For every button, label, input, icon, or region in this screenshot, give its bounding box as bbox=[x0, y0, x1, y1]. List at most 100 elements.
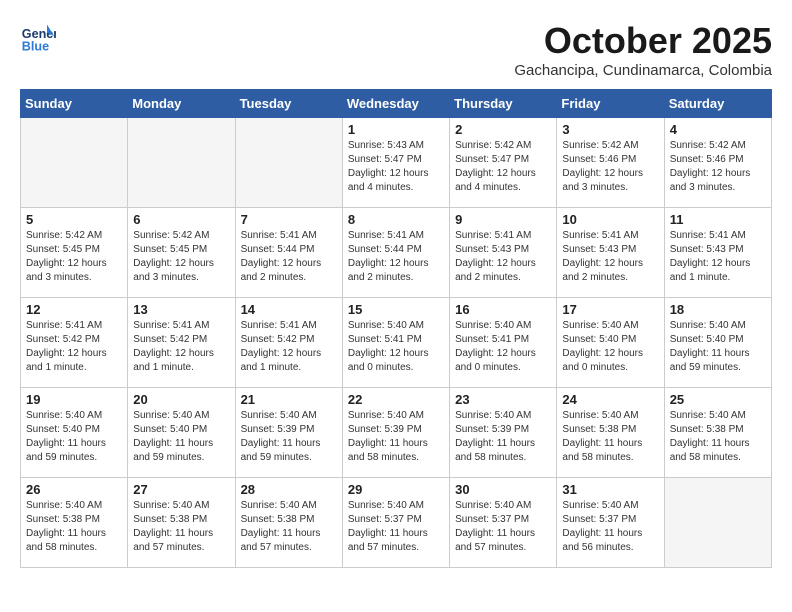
day-number: 1 bbox=[348, 122, 444, 137]
day-number: 24 bbox=[562, 392, 658, 407]
calendar-cell: 16 Sunrise: 5:40 AM Sunset: 5:41 PM Dayli… bbox=[450, 298, 557, 388]
calendar-cell: 5 Sunrise: 5:42 AM Sunset: 5:45 PM Daylig… bbox=[21, 208, 128, 298]
day-number: 9 bbox=[455, 212, 551, 227]
calendar-cell: 20 Sunrise: 5:40 AM Sunset: 5:40 PM Dayli… bbox=[128, 388, 235, 478]
day-info: Sunrise: 5:40 AM Sunset: 5:41 PM Dayligh… bbox=[455, 319, 551, 375]
day-number: 21 bbox=[241, 392, 337, 407]
day-info: Sunrise: 5:40 AM Sunset: 5:38 PM Dayligh… bbox=[241, 499, 337, 555]
day-number: 7 bbox=[241, 212, 337, 227]
day-number: 31 bbox=[562, 482, 658, 497]
page-header: General Blue October 2025 Gachancipa, Cu… bbox=[20, 20, 772, 79]
day-info: Sunrise: 5:40 AM Sunset: 5:40 PM Dayligh… bbox=[562, 319, 658, 375]
day-number: 10 bbox=[562, 212, 658, 227]
calendar-cell: 10 Sunrise: 5:41 AM Sunset: 5:43 PM Dayli… bbox=[557, 208, 664, 298]
day-info: Sunrise: 5:41 AM Sunset: 5:43 PM Dayligh… bbox=[562, 229, 658, 285]
calendar-cell: 24 Sunrise: 5:40 AM Sunset: 5:38 PM Dayli… bbox=[557, 388, 664, 478]
calendar-cell: 19 Sunrise: 5:40 AM Sunset: 5:40 PM Dayli… bbox=[21, 388, 128, 478]
day-info: Sunrise: 5:40 AM Sunset: 5:39 PM Dayligh… bbox=[348, 409, 444, 465]
calendar-cell: 17 Sunrise: 5:40 AM Sunset: 5:40 PM Dayli… bbox=[557, 298, 664, 388]
day-number: 25 bbox=[670, 392, 766, 407]
calendar-cell: 26 Sunrise: 5:40 AM Sunset: 5:38 PM Dayli… bbox=[21, 478, 128, 568]
day-info: Sunrise: 5:41 AM Sunset: 5:42 PM Dayligh… bbox=[241, 319, 337, 375]
calendar-cell: 31 Sunrise: 5:40 AM Sunset: 5:37 PM Dayli… bbox=[557, 478, 664, 568]
day-number: 28 bbox=[241, 482, 337, 497]
weekday-header-tuesday: Tuesday bbox=[235, 90, 342, 118]
day-info: Sunrise: 5:41 AM Sunset: 5:44 PM Dayligh… bbox=[348, 229, 444, 285]
day-info: Sunrise: 5:40 AM Sunset: 5:38 PM Dayligh… bbox=[26, 499, 122, 555]
calendar-cell bbox=[21, 118, 128, 208]
day-info: Sunrise: 5:42 AM Sunset: 5:46 PM Dayligh… bbox=[562, 139, 658, 195]
calendar-cell bbox=[235, 118, 342, 208]
day-info: Sunrise: 5:40 AM Sunset: 5:38 PM Dayligh… bbox=[562, 409, 658, 465]
calendar-cell: 12 Sunrise: 5:41 AM Sunset: 5:42 PM Dayli… bbox=[21, 298, 128, 388]
day-info: Sunrise: 5:42 AM Sunset: 5:47 PM Dayligh… bbox=[455, 139, 551, 195]
calendar-cell: 29Sunrise: 5:40 AM Sunset: 5:37 PM Dayli… bbox=[342, 478, 449, 568]
day-info: Sunrise: 5:40 AM Sunset: 5:38 PM Dayligh… bbox=[670, 409, 766, 465]
day-number: 23 bbox=[455, 392, 551, 407]
weekday-header-thursday: Thursday bbox=[450, 90, 557, 118]
day-info: Sunrise: 5:41 AM Sunset: 5:42 PM Dayligh… bbox=[26, 319, 122, 375]
day-info: Sunrise: 5:40 AM Sunset: 5:38 PM Dayligh… bbox=[133, 499, 229, 555]
calendar-cell: 22 Sunrise: 5:40 AM Sunset: 5:39 PM Dayli… bbox=[342, 388, 449, 478]
calendar-cell: 18 Sunrise: 5:40 AM Sunset: 5:40 PM Dayli… bbox=[664, 298, 771, 388]
day-info: Sunrise: 5:40 AM Sunset: 5:37 PM Dayligh… bbox=[455, 499, 551, 555]
day-info: Sunrise: 5:40 AM Sunset: 5:39 PM Dayligh… bbox=[455, 409, 551, 465]
day-number: 13 bbox=[133, 302, 229, 317]
calendar-cell: 13 Sunrise: 5:41 AM Sunset: 5:42 PM Dayli… bbox=[128, 298, 235, 388]
calendar-cell: 11 Sunrise: 5:41 AM Sunset: 5:43 PM Dayli… bbox=[664, 208, 771, 298]
calendar-cell: 4 Sunrise: 5:42 AM Sunset: 5:46 PM Daylig… bbox=[664, 118, 771, 208]
day-number: 17 bbox=[562, 302, 658, 317]
day-number: 19 bbox=[26, 392, 122, 407]
day-number: 12 bbox=[26, 302, 122, 317]
day-info: Sunrise: 5:40 AM Sunset: 5:40 PM Dayligh… bbox=[670, 319, 766, 375]
day-number: 11 bbox=[670, 212, 766, 227]
day-number: 8 bbox=[348, 212, 444, 227]
day-info: Sunrise: 5:40 AM Sunset: 5:40 PM Dayligh… bbox=[26, 409, 122, 465]
calendar-cell: 9Sunrise: 5:41 AM Sunset: 5:43 PM Daylig… bbox=[450, 208, 557, 298]
calendar-cell: 21Sunrise: 5:40 AM Sunset: 5:39 PM Dayli… bbox=[235, 388, 342, 478]
day-number: 16 bbox=[455, 302, 551, 317]
day-number: 20 bbox=[133, 392, 229, 407]
day-info: Sunrise: 5:42 AM Sunset: 5:46 PM Dayligh… bbox=[670, 139, 766, 195]
calendar-cell: 28 Sunrise: 5:40 AM Sunset: 5:38 PM Dayli… bbox=[235, 478, 342, 568]
day-info: Sunrise: 5:43 AM Sunset: 5:47 PM Dayligh… bbox=[348, 139, 444, 195]
day-number: 18 bbox=[670, 302, 766, 317]
location: Gachancipa, Cundinamarca, Colombia bbox=[514, 62, 772, 79]
day-info: Sunrise: 5:41 AM Sunset: 5:43 PM Dayligh… bbox=[670, 229, 766, 285]
calendar-cell: 3Sunrise: 5:42 AM Sunset: 5:46 PM Daylig… bbox=[557, 118, 664, 208]
weekday-header-saturday: Saturday bbox=[664, 90, 771, 118]
calendar-cell: 23 Sunrise: 5:40 AM Sunset: 5:39 PM Dayli… bbox=[450, 388, 557, 478]
day-number: 26 bbox=[26, 482, 122, 497]
day-number: 22 bbox=[348, 392, 444, 407]
day-info: Sunrise: 5:40 AM Sunset: 5:41 PM Dayligh… bbox=[348, 319, 444, 375]
day-number: 2 bbox=[455, 122, 551, 137]
day-number: 5 bbox=[26, 212, 122, 227]
calendar-cell: 2 Sunrise: 5:42 AM Sunset: 5:47 PM Daylig… bbox=[450, 118, 557, 208]
logo: General Blue bbox=[20, 20, 56, 56]
day-number: 27 bbox=[133, 482, 229, 497]
calendar-cell: 7 Sunrise: 5:41 AM Sunset: 5:44 PM Daylig… bbox=[235, 208, 342, 298]
logo-icon: General Blue bbox=[20, 20, 56, 56]
day-info: Sunrise: 5:42 AM Sunset: 5:45 PM Dayligh… bbox=[133, 229, 229, 285]
day-info: Sunrise: 5:41 AM Sunset: 5:44 PM Dayligh… bbox=[241, 229, 337, 285]
day-number: 4 bbox=[670, 122, 766, 137]
svg-text:Blue: Blue bbox=[22, 40, 49, 54]
calendar-cell: 27 Sunrise: 5:40 AM Sunset: 5:38 PM Dayli… bbox=[128, 478, 235, 568]
day-number: 29 bbox=[348, 482, 444, 497]
weekday-header-monday: Monday bbox=[128, 90, 235, 118]
calendar-cell: 25 Sunrise: 5:40 AM Sunset: 5:38 PM Dayli… bbox=[664, 388, 771, 478]
day-info: Sunrise: 5:42 AM Sunset: 5:45 PM Dayligh… bbox=[26, 229, 122, 285]
calendar-cell: 14 Sunrise: 5:41 AM Sunset: 5:42 PM Dayli… bbox=[235, 298, 342, 388]
day-info: Sunrise: 5:41 AM Sunset: 5:42 PM Dayligh… bbox=[133, 319, 229, 375]
calendar-cell: 15 Sunrise: 5:40 AM Sunset: 5:41 PM Dayli… bbox=[342, 298, 449, 388]
day-info: Sunrise: 5:40 AM Sunset: 5:40 PM Dayligh… bbox=[133, 409, 229, 465]
day-info: Sunrise: 5:40 AM Sunset: 5:37 PM Dayligh… bbox=[562, 499, 658, 555]
day-number: 6 bbox=[133, 212, 229, 227]
weekday-header-friday: Friday bbox=[557, 90, 664, 118]
month-title: October 2025 bbox=[514, 20, 772, 62]
day-number: 15 bbox=[348, 302, 444, 317]
calendar-cell: 8 Sunrise: 5:41 AM Sunset: 5:44 PM Daylig… bbox=[342, 208, 449, 298]
weekday-header-sunday: Sunday bbox=[21, 90, 128, 118]
day-number: 14 bbox=[241, 302, 337, 317]
calendar-cell bbox=[128, 118, 235, 208]
